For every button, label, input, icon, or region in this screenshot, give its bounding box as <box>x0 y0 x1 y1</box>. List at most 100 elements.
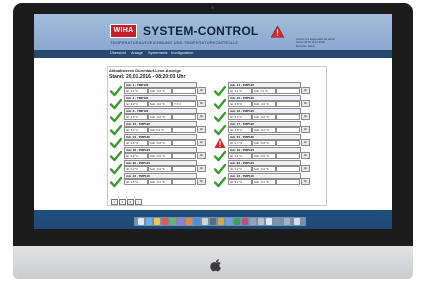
sensor-current-value: Ist: 3.2 °C <box>124 101 148 107</box>
sensor-setpoint-value: Soll: -4.6 °C <box>252 101 276 107</box>
checkmark-icon <box>213 108 227 123</box>
sensor-alarm-button[interactable]: Alr <box>197 178 206 185</box>
sensor-extra-value <box>172 166 196 172</box>
sensor-alarm-button[interactable]: Alr <box>301 152 310 159</box>
sensor-extra-value <box>276 166 300 172</box>
brand-logo[interactable]: WIHA <box>110 24 137 38</box>
sensor-alarm-button[interactable]: Alr <box>197 152 206 159</box>
sensor-item: Adr. 14 - TMP120 Ist: 3.1 °C Soll: 7.0 °C A… <box>213 82 315 97</box>
finder-icon[interactable] <box>138 218 144 225</box>
sensor-item: Adr. 21 - TMP120 Ist: 9.7 °C Soll: -6.0 °C… <box>214 134 315 148</box>
trash-icon[interactable] <box>294 218 300 225</box>
sensor-current-value: Ist: 3.4 °C <box>124 88 148 94</box>
dock <box>134 217 306 226</box>
sensor-alarm-button[interactable]: Alr <box>301 87 310 94</box>
pages-icon[interactable] <box>218 218 224 225</box>
photos-icon[interactable] <box>186 218 192 225</box>
sensor-current-value: Ist: 3.5 °C <box>124 179 148 185</box>
app-store-icon[interactable] <box>258 218 264 225</box>
sensor-alarm-button[interactable]: Alr <box>301 165 310 172</box>
keynote-icon[interactable] <box>226 218 232 225</box>
apple-logo-icon <box>210 259 221 272</box>
itunes-icon[interactable] <box>178 218 184 225</box>
panel-title: Aktualisieren Durchlauf-Lese-Anzeige <box>109 68 182 73</box>
sensor-extra-value <box>276 153 300 159</box>
main-content: Aktualisieren Durchlauf-Lese-Anzeige Sta… <box>34 58 392 210</box>
sensor-alarm-button[interactable]: Alr <box>197 87 206 94</box>
checkmark-icon <box>213 160 227 175</box>
header-info-line: Benutzer: admin <box>296 44 315 48</box>
sensor-extra-value: Y F 3 <box>172 101 196 107</box>
mail-icon[interactable] <box>194 218 200 225</box>
sensor-alarm-button[interactable]: Alr <box>301 139 310 146</box>
checkmark-icon <box>109 121 123 136</box>
sensor-alarm-button[interactable]: Alr <box>197 113 206 120</box>
sensor-extra-value <box>172 127 196 133</box>
sensor-item: Adr. 19 - TMP120 Ist: 3.1 °C Soll: -6.0 °C… <box>213 147 315 162</box>
sensor-item: Adr. 20 - TMP120 Ist: 3.0 °C Soll: -6.0 °C… <box>109 160 211 175</box>
safari-icon[interactable] <box>146 218 152 225</box>
terminal-icon[interactable] <box>210 218 216 225</box>
sensor-item: Adr. 16 - TMP120 Ist: 3.3 °C Soll: -6.0 °C… <box>213 108 315 123</box>
alarm-warning-icon[interactable] <box>270 25 285 38</box>
pager-next-button[interactable]: > <box>135 199 142 205</box>
sensor-setpoint-value: Soll: -5.0 °C <box>148 88 172 94</box>
pager-prev-button[interactable]: < <box>111 199 118 205</box>
sensor-alarm-button[interactable]: Alr <box>197 100 206 107</box>
nav-item-konfiguration[interactable]: Konfiguration <box>171 51 193 55</box>
sensor-setpoint-value: Soll: 7.0 °C <box>252 88 276 94</box>
sensor-current-value: Ist: 4.0 °C <box>228 101 252 107</box>
pager-page-1[interactable]: 1 <box>119 199 126 205</box>
nav-item-systemsetz[interactable]: Systemsetz <box>148 51 168 55</box>
sensor-item: Adr. 13 - TMP120 Ist: 3.6 °C Soll: -6.0 °C… <box>109 134 211 149</box>
checkmark-icon <box>109 147 123 162</box>
sensor-setpoint-value: Soll: -6.0 °C <box>252 179 276 185</box>
sensor-item: Adr. 15 - TMP120 Ist: 4.0 °C Soll: -4.6 °C… <box>213 95 315 110</box>
sensor-alarm-button[interactable]: Alr <box>301 126 310 133</box>
sensor-setpoint-value: Soll: -6.0 °C <box>148 101 172 107</box>
checkmark-icon <box>109 108 123 123</box>
checkmark-icon <box>109 160 123 175</box>
sensor-current-value: Ist: 3.1 °C <box>228 153 252 159</box>
sensor-extra-value <box>276 127 300 133</box>
sensor-alarm-button[interactable]: Alr <box>197 126 206 133</box>
textedit-icon[interactable] <box>266 218 272 225</box>
sensor-alarm-button[interactable]: Alr <box>301 178 310 185</box>
preferences-icon[interactable] <box>250 218 256 225</box>
calendar-icon[interactable] <box>162 218 168 225</box>
sensor-alarm-button[interactable]: Alr <box>301 100 310 107</box>
checkmark-icon <box>109 82 123 97</box>
sensor-current-value: Ist: 3.1 °C <box>228 88 252 94</box>
sensor-alarm-button[interactable]: Alr <box>301 113 310 120</box>
sensor-setpoint-value: Soll: -6.0 °C <box>252 153 276 159</box>
downloads-icon[interactable] <box>274 218 280 225</box>
messages-icon[interactable] <box>170 218 176 225</box>
sensor-setpoint-value: Soll: -6.0 °C <box>148 166 172 172</box>
sensor-extra-value <box>172 179 196 185</box>
sensor-current-value: Ist: 3.4 °C <box>124 153 148 159</box>
sensor-current-value: Ist: 9.7 °C <box>228 140 252 146</box>
sensor-item: Adr. 1 - TMP120 Ist: 3.4 °C Soll: -5.0 °C A… <box>109 82 211 97</box>
documents-icon[interactable] <box>284 218 290 225</box>
contacts-icon[interactable] <box>202 218 208 225</box>
sensor-item: Adr. 23 - TMP120 Ist: 3.5 °C Soll: -6.0 °C… <box>109 173 211 188</box>
checkmark-icon <box>109 95 123 110</box>
music-icon[interactable] <box>242 218 248 225</box>
sensor-extra-value <box>172 88 196 94</box>
sensor-alarm-button[interactable]: Alr <box>197 139 206 146</box>
checkmark-icon <box>109 173 123 188</box>
nav-item-anlage[interactable]: Anlage <box>131 51 143 55</box>
screen: WIHA SYSTEM-CONTROL TEMPERATURAUFZEICHNU… <box>34 14 392 229</box>
sensor-setpoint-value: Soll: -6.0 °C <box>252 140 276 146</box>
numbers-icon[interactable] <box>234 218 240 225</box>
checkmark-icon <box>213 121 227 136</box>
pager-page-2[interactable]: 2 <box>127 199 134 205</box>
sensor-alarm-button[interactable]: Alr <box>197 165 206 172</box>
sensor-setpoint-value: Soll: -6.0 °C <box>252 166 276 172</box>
notes-icon[interactable] <box>154 218 160 225</box>
browser-page: WIHA SYSTEM-CONTROL TEMPERATURAUFZEICHNU… <box>34 14 392 210</box>
app-title: SYSTEM-CONTROL <box>143 24 259 38</box>
nav-item-overview[interactable]: Übersicht <box>110 51 126 55</box>
header-info: Version 2.0 angemeldet als admin Server … <box>296 38 335 48</box>
panel-timestamp: Stand: 20.01.2016 - 08:20:03 Uhr <box>109 74 186 80</box>
